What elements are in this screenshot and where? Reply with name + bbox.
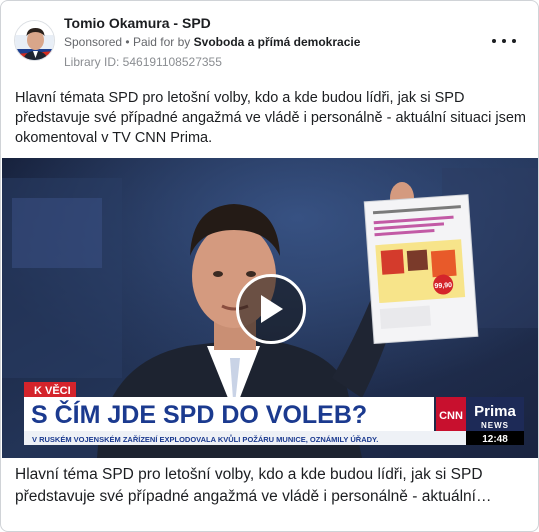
page-avatar[interactable] [14,20,55,61]
more-horizontal-icon [502,39,506,43]
paid-for-prefix: Paid for by [132,35,191,49]
headline-text: S ČÍM JDE SPD DO VOLEB? [31,399,367,429]
cnn-logo: CNN [439,410,463,422]
avatar-portrait-icon [15,21,54,60]
sponsored-line: Sponsored • Paid for by Svoboda a přímá … [64,35,360,49]
meta-separator: • [125,35,130,49]
page-name-link[interactable]: Tomio Okamura - SPD [64,15,211,31]
library-id: Library ID: 546191108527355 [64,55,222,69]
payer-name-link[interactable]: Svoboda a přímá demokracie [194,35,361,49]
news-logo: NEWS [481,421,509,430]
post-text: Hlavní témata SPD pro letošní volby, kdo… [15,90,527,146]
more-horizontal-icon [492,39,496,43]
leaflet-price: 99,90 [434,282,452,290]
clock-text: 12:48 [482,434,508,445]
video-caption: Hlavní téma SPD pro letošní volby, kdo a… [15,466,492,505]
sponsored-label: Sponsored [64,35,123,49]
prima-logo: Prima [474,403,516,420]
ad-card: Tomio Okamura - SPD Sponsored • Paid for… [0,0,539,532]
more-horizontal-icon [512,39,516,43]
play-icon [261,295,283,323]
play-button[interactable] [236,274,306,344]
more-options-button[interactable] [492,33,516,49]
ticker-text: V RUSKÉM VOJENSKÉM ZAŘÍZENÍ EXPLODOVALA … [32,434,378,444]
kicker-label: K VĚCI [34,384,71,397]
